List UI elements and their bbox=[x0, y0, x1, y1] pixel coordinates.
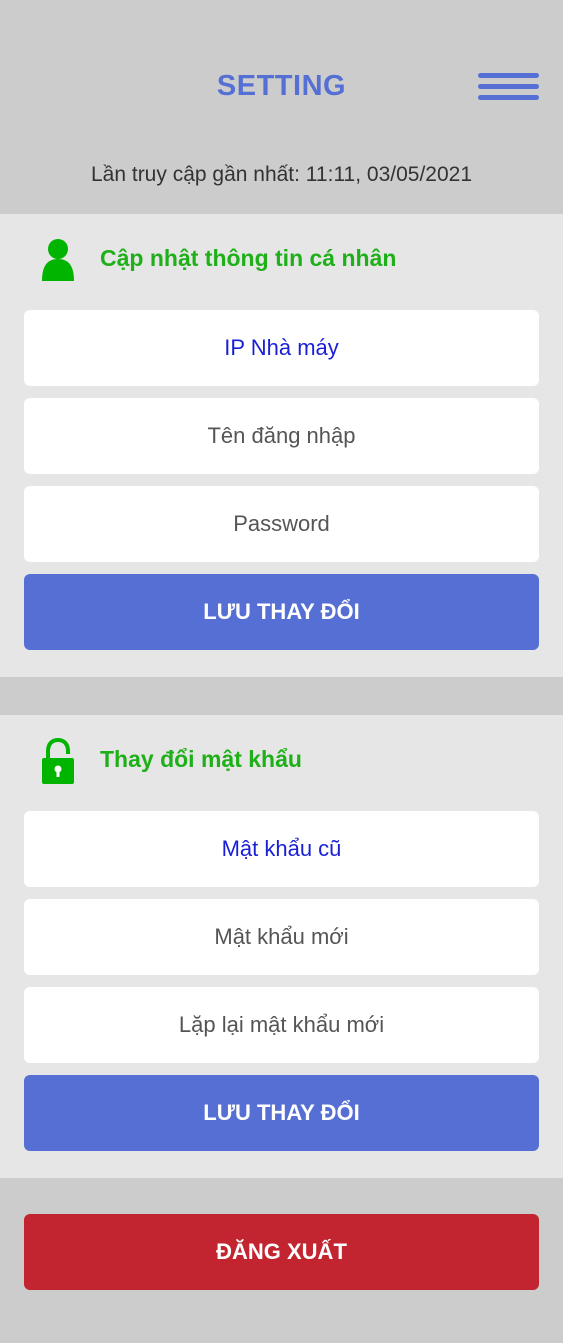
header: SETTING Lần truy cập gần nhất: 11:11, 03… bbox=[0, 0, 563, 214]
new-password-input[interactable] bbox=[24, 899, 539, 975]
user-icon bbox=[42, 239, 74, 281]
hamburger-menu-icon[interactable] bbox=[478, 73, 539, 103]
profile-section: Cập nhật thông tin cá nhân LƯU THAY ĐỔI bbox=[0, 214, 563, 677]
old-password-input[interactable] bbox=[24, 811, 539, 887]
repeat-password-input[interactable] bbox=[24, 987, 539, 1063]
username-input[interactable] bbox=[24, 398, 539, 474]
save-profile-button[interactable]: LƯU THAY ĐỔI bbox=[24, 574, 539, 650]
profile-section-title: Cập nhật thông tin cá nhân bbox=[100, 245, 397, 271]
save-password-button[interactable]: LƯU THAY ĐỔI bbox=[24, 1075, 539, 1151]
password-input[interactable] bbox=[24, 486, 539, 562]
logout-button[interactable]: ĐĂNG XUẤT bbox=[24, 1214, 539, 1290]
last-access-text: Lần truy cập gần nhất: 11:11, 03/05/2021 bbox=[90, 163, 473, 186]
password-section-title: Thay đổi mật khẩu bbox=[100, 746, 302, 772]
password-section: Thay đổi mật khẩu LƯU THAY ĐỔI bbox=[0, 715, 563, 1178]
unlock-icon bbox=[42, 738, 74, 784]
factory-ip-input[interactable] bbox=[24, 310, 539, 386]
